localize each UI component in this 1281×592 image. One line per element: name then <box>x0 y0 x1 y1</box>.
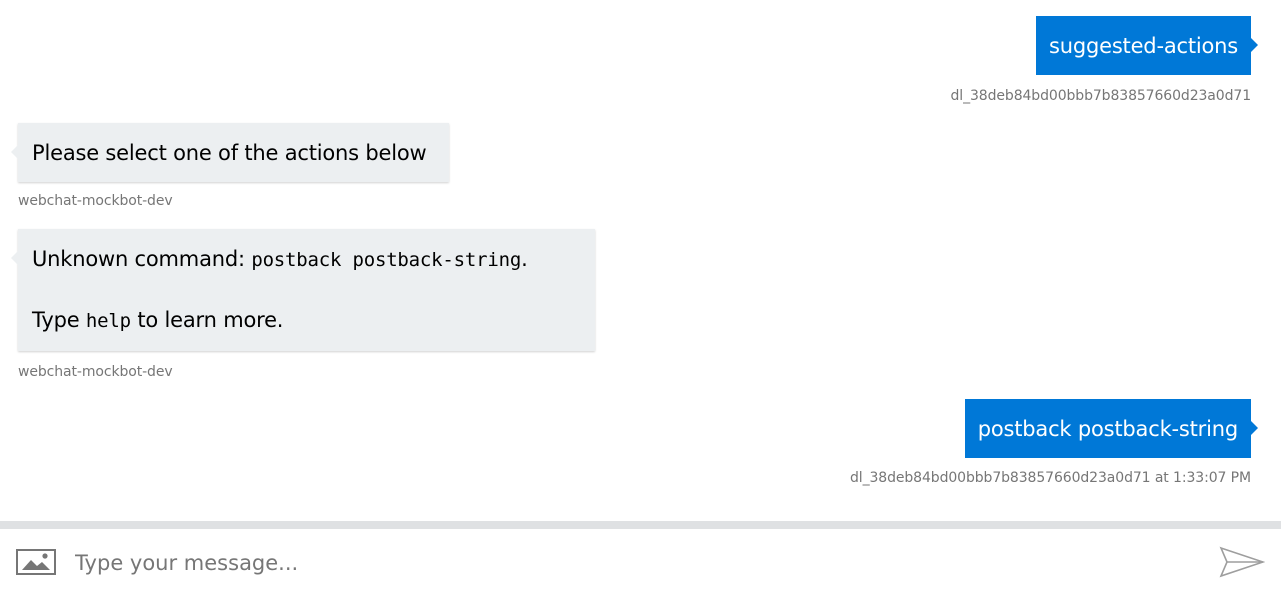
inline-code: help <box>85 310 131 332</box>
message-text: to learn more. <box>130 308 284 332</box>
sendbox-divider <box>0 521 1281 529</box>
user-message-bubble: postback postback-string <box>964 399 1259 458</box>
send-box <box>0 529 1281 592</box>
message-line: Unknown command: postback postback-strin… <box>32 245 581 274</box>
message-text: Unknown command: <box>32 247 252 271</box>
user-message-bubble: suggested-actions <box>1035 16 1259 75</box>
message-status: dl_38deb84bd00bbb7b83857660d23a0d71 at 1… <box>850 470 1251 486</box>
image-upload-icon <box>16 549 56 575</box>
send-button[interactable] <box>1218 545 1266 579</box>
message-input[interactable] <box>75 543 1195 583</box>
message-sender: webchat-mockbot-dev <box>18 364 173 380</box>
upload-button[interactable] <box>14 547 58 577</box>
inline-code: postback postback-string <box>251 249 522 271</box>
send-icon <box>1219 546 1265 578</box>
chat-transcript: suggested-actions dl_38deb84bd00bbb7b838… <box>0 0 1281 521</box>
message-text: Type <box>32 308 86 332</box>
bot-message-bubble: Unknown command: postback postback-strin… <box>11 229 595 351</box>
bot-message-bubble: Please select one of the actions below <box>11 123 449 182</box>
message-line: Type help to learn more. <box>32 306 581 335</box>
message-sender: webchat-mockbot-dev <box>18 193 173 209</box>
message-text: suggested-actions <box>1048 34 1238 58</box>
message-text: . <box>521 247 528 271</box>
message-text: postback postback-string <box>977 417 1238 441</box>
message-text: Please select one of the actions below <box>32 141 427 165</box>
message-status: dl_38deb84bd00bbb7b83857660d23a0d71 <box>950 88 1252 104</box>
